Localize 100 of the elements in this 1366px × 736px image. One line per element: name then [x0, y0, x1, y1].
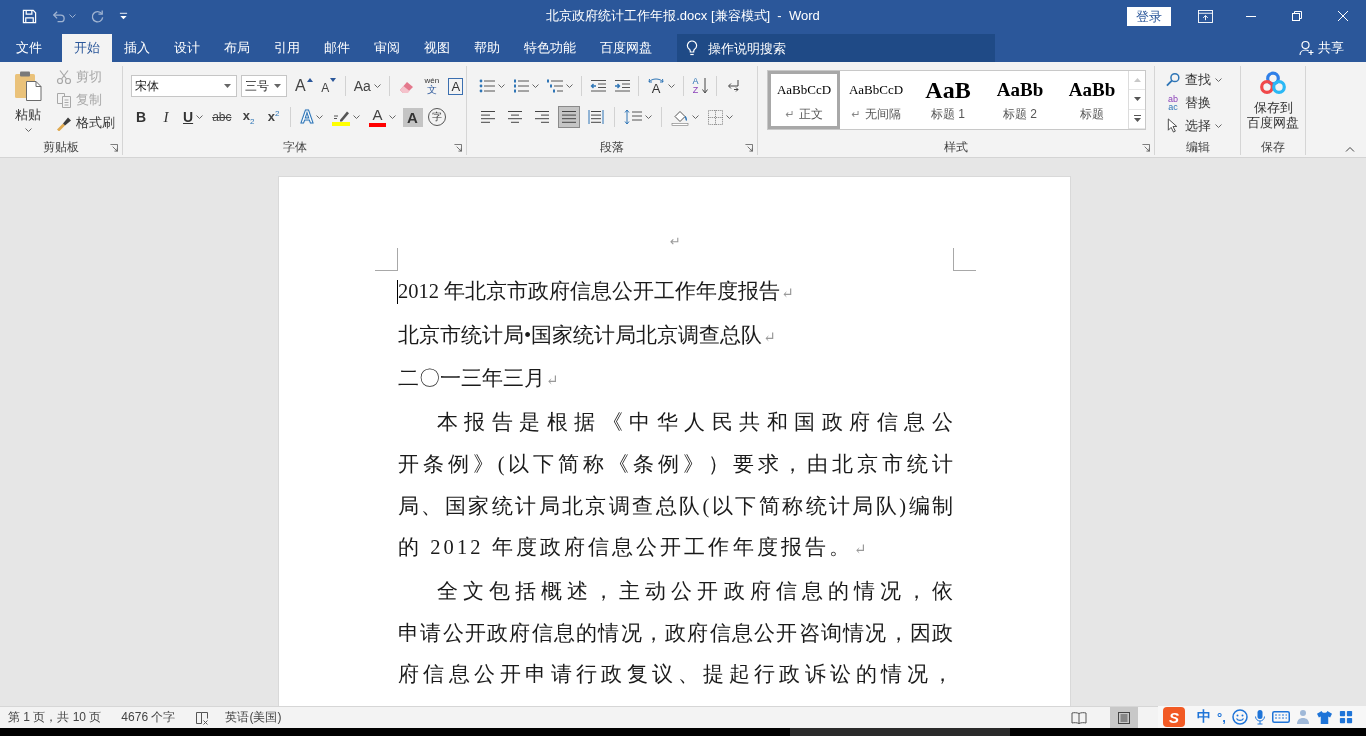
- sort-button[interactable]: A Z: [690, 75, 710, 97]
- format-painter-button[interactable]: 格式刷: [53, 112, 118, 134]
- open-book-icon: [1071, 710, 1087, 725]
- paint-bucket-icon: [671, 108, 689, 126]
- change-case-button[interactable]: Aa: [351, 75, 383, 97]
- caret-down-icon: [726, 115, 733, 119]
- caret-down-icon: [692, 115, 699, 119]
- grow-font-button[interactable]: A: [293, 75, 315, 97]
- subscript-button[interactable]: x$_{2}$: [238, 106, 259, 128]
- caret-down-icon: [532, 84, 539, 88]
- style-gallery-item[interactable]: AaBbCcD ↵ 无间隔: [840, 71, 912, 129]
- caret-down-icon: [353, 115, 361, 119]
- group-label: 保存: [1261, 139, 1285, 156]
- ribbon-tab[interactable]: 特色功能: [512, 34, 588, 62]
- shirt-icon[interactable]: [1315, 709, 1333, 725]
- align-center-icon: [507, 110, 523, 124]
- smiley-icon[interactable]: [1231, 709, 1248, 725]
- clipboard-icon: [14, 71, 42, 101]
- more-icon: [1133, 115, 1141, 123]
- dialog-launcher-button[interactable]: [744, 142, 754, 153]
- search-field[interactable]: 操作说明搜索: [677, 34, 995, 62]
- caret-down-icon: [224, 84, 231, 88]
- launcher-arrow-icon: [745, 143, 753, 152]
- indent-icon: [614, 79, 630, 93]
- dialog-launcher-button[interactable]: [1141, 142, 1151, 153]
- collapse-ribbon-button[interactable]: [1343, 144, 1357, 154]
- phonetic-guide-button[interactable]: wén 文: [421, 75, 442, 97]
- find-button[interactable]: 查找: [1165, 68, 1240, 91]
- group-label: 编辑: [1185, 139, 1210, 156]
- caret-down-icon: [388, 115, 396, 119]
- group-label: 样式: [944, 139, 968, 156]
- bold-button[interactable]: B: [131, 106, 151, 128]
- font-name-field[interactable]: 宋体: [131, 75, 237, 97]
- language-label[interactable]: 英语(美国): [225, 709, 282, 726]
- ribbon-tab[interactable]: 开始: [62, 34, 112, 62]
- dropdown-icon: [119, 12, 128, 20]
- cloud-rings-icon: [1259, 71, 1287, 95]
- ribbon-tab[interactable]: 设计: [162, 34, 212, 62]
- book-x-icon[interactable]: [195, 710, 210, 725]
- font-size-field[interactable]: 三号: [241, 75, 287, 97]
- style-gallery-item[interactable]: AaBb 标题: [1056, 71, 1128, 129]
- paragraph-mark: ↵: [670, 234, 681, 249]
- superscript-button[interactable]: x$^{2}$: [263, 106, 284, 128]
- character-shading-button[interactable]: A: [402, 107, 423, 127]
- save-to-cloud-button[interactable]: 保存到 百度网盘: [1247, 66, 1299, 139]
- keyboard-icon[interactable]: [1271, 711, 1290, 723]
- window-title: 北京政府统计工作年报.docx [兼容模式] - Word: [546, 7, 820, 25]
- align-right-icon: [534, 110, 550, 124]
- page-icon: [1117, 710, 1131, 725]
- paragraph-text: 北京市统计局•国家统计局北京调查总队↵: [398, 322, 777, 348]
- sign-in-button[interactable]: 登录: [1127, 6, 1171, 26]
- launcher-arrow-icon: [454, 143, 462, 152]
- minimize-icon: [1246, 15, 1256, 17]
- caret-down-icon: [69, 14, 76, 18]
- search-icon: [1165, 72, 1181, 87]
- ribbon-tab[interactable]: 文件: [4, 34, 54, 62]
- grid-icon[interactable]: [1338, 710, 1353, 724]
- paragraph-text: 全文包括概述，主动公开政府信息的情况，依 申请公开政府信息的情况，政府信息公开咨询情况，因政 府信息公开申请行政复议、提起行政诉讼的情况，: [398, 578, 953, 688]
- caret-down-icon: [196, 115, 204, 119]
- ribbon-tab[interactable]: 视图: [412, 34, 462, 62]
- paste-button[interactable]: 粘贴: [7, 66, 49, 139]
- person-add-icon: [1299, 40, 1315, 56]
- ribbon-tab[interactable]: 百度网盘: [588, 34, 664, 62]
- print-view-button[interactable]: [1110, 707, 1138, 728]
- font-color-button[interactable]: A: [367, 106, 398, 128]
- word-count[interactable]: 4676 个字: [121, 709, 176, 726]
- dialog-launcher-button[interactable]: [109, 142, 119, 153]
- down-triangle-icon: [1133, 97, 1141, 102]
- style-gallery-item[interactable]: AaBb 标题 2: [984, 71, 1056, 129]
- redo-icon: [90, 8, 105, 24]
- shrink-font-button[interactable]: A: [318, 75, 339, 97]
- ribbon-tab[interactable]: 插入: [112, 34, 162, 62]
- caret-down-icon: [1215, 77, 1222, 82]
- save-icon: [22, 8, 37, 24]
- select-button[interactable]: 选择: [1165, 114, 1240, 137]
- ribbon-tab[interactable]: 邮件: [312, 34, 362, 62]
- align-justify-button[interactable]: [558, 106, 580, 128]
- group-label: 字体: [282, 139, 307, 156]
- style-gallery-item[interactable]: AaBbCcD ↵ 正文: [768, 71, 840, 129]
- punctuation-toggle[interactable]: °,: [1217, 709, 1226, 725]
- ribbon-tab[interactable]: 布局: [212, 34, 262, 62]
- ribbon-tab[interactable]: 引用: [262, 34, 312, 62]
- paragraph-text: 2012 年北京市政府信息公开工作年度报告↵: [398, 279, 795, 304]
- align-distributed-icon: [588, 110, 604, 124]
- asian-layout-button[interactable]: A: [645, 75, 677, 97]
- lightbulb-icon: [686, 40, 698, 56]
- share-button[interactable]: 共享: [1299, 34, 1344, 62]
- strikethrough-button[interactable]: abc: [210, 106, 234, 128]
- microphone-icon[interactable]: [1253, 709, 1266, 725]
- italic-button[interactable]: I: [156, 106, 176, 128]
- caret-down-icon: [1215, 123, 1222, 128]
- line-spacing-icon: [624, 109, 642, 125]
- style-gallery-item[interactable]: AaB 标题 1: [912, 71, 984, 129]
- ribbon-tab[interactable]: 审阅: [362, 34, 412, 62]
- page-count[interactable]: 第 1 页，共 10 页: [8, 709, 102, 726]
- character-border-button[interactable]: A: [445, 75, 466, 97]
- underline-button[interactable]: U: [181, 106, 206, 128]
- input-mode-toggle[interactable]: 中: [1197, 708, 1211, 726]
- dialog-launcher-button[interactable]: [453, 142, 463, 153]
- ribbon-tab[interactable]: 帮助: [462, 34, 512, 62]
